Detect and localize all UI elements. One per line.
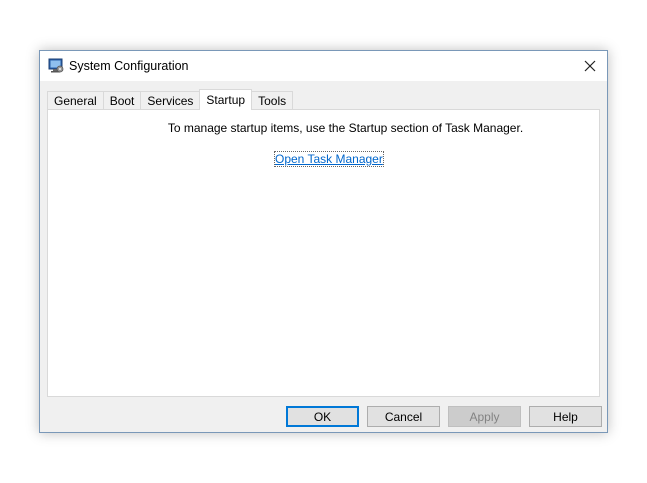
tab-label: Services	[147, 93, 194, 108]
help-button[interactable]: Help	[529, 406, 602, 427]
tab-strip: General Boot Services Startup Tools	[47, 89, 294, 110]
tab-label: Boot	[109, 93, 135, 108]
tab-boot[interactable]: Boot	[102, 91, 142, 109]
close-button[interactable]	[573, 51, 607, 81]
apply-button[interactable]: Apply	[448, 406, 521, 427]
tab-tools[interactable]: Tools	[251, 91, 294, 109]
open-task-manager-link[interactable]: Open Task Manager	[274, 151, 384, 167]
tab-general[interactable]: General	[47, 91, 104, 109]
tab-services[interactable]: Services	[140, 91, 201, 109]
system-configuration-icon	[48, 58, 64, 74]
tab-label: General	[54, 93, 97, 108]
tab-startup[interactable]: Startup	[199, 89, 253, 110]
system-configuration-window: System Configuration General Boot Servic…	[39, 50, 608, 433]
startup-tab-panel: To manage startup items, use the Startup…	[47, 109, 600, 397]
tab-label: Startup	[206, 93, 246, 107]
window-title: System Configuration	[69, 59, 189, 73]
startup-info-text: To manage startup items, use the Startup…	[167, 121, 524, 135]
ok-button[interactable]: OK	[286, 406, 359, 427]
tab-label: Tools	[258, 93, 287, 108]
title-bar[interactable]: System Configuration	[40, 51, 607, 81]
cancel-button[interactable]: Cancel	[367, 406, 440, 427]
close-icon	[584, 56, 596, 77]
